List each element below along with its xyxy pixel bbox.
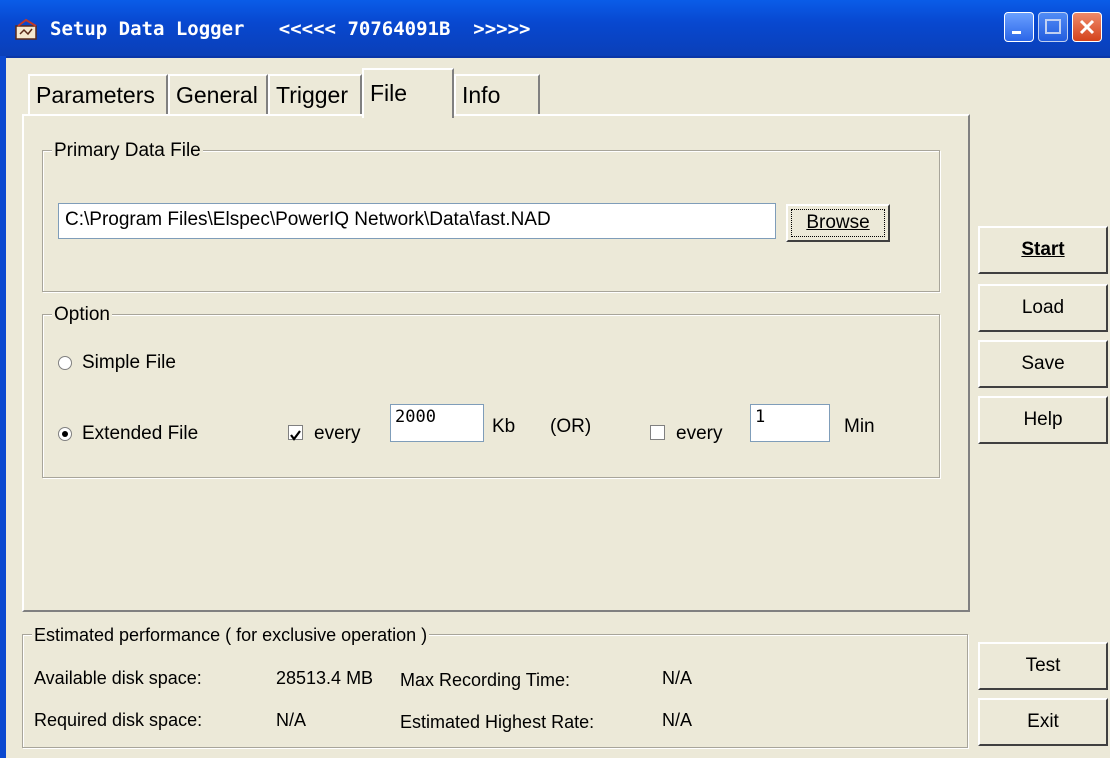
simple-file-radio[interactable]	[58, 356, 72, 370]
or-label: (OR)	[550, 416, 592, 437]
estimated-highest-rate-label: Estimated Highest Rate:	[400, 712, 595, 732]
kb-unit-label: Kb	[492, 416, 516, 437]
exit-button[interactable]: Exit	[978, 698, 1108, 746]
available-disk-space-value: 28513.4 MB	[276, 668, 374, 688]
maximize-button[interactable]	[1038, 12, 1068, 42]
tab-parameters-label: Parameters	[36, 82, 155, 108]
data-file-path-field[interactable]: C:\Program Files\Elspec\PowerIQ Network\…	[58, 203, 776, 239]
tab-general-label: General	[176, 82, 258, 108]
help-button-label: Help	[1023, 409, 1063, 430]
window-frame-left	[0, 56, 6, 758]
title-name: Setup Data Logger	[50, 18, 245, 40]
required-disk-space-label: Required disk space:	[34, 710, 203, 730]
load-button[interactable]: Load	[978, 284, 1108, 332]
max-recording-time-label: Max Recording Time:	[400, 670, 571, 690]
kb-value-field[interactable]: 2000	[390, 404, 484, 442]
min-unit-label: Min	[844, 416, 875, 437]
browse-button-label: Browse	[806, 212, 870, 233]
minimize-icon	[1012, 31, 1021, 34]
device-id: 70764091B	[347, 18, 451, 40]
save-button[interactable]: Save	[978, 340, 1108, 388]
test-button-label: Test	[1025, 655, 1061, 676]
exit-button-label: Exit	[1027, 711, 1059, 732]
minimize-button[interactable]	[1004, 12, 1034, 42]
tab-file[interactable]: File	[362, 68, 454, 118]
tab-general[interactable]: General	[168, 74, 268, 114]
tab-trigger[interactable]: Trigger	[268, 74, 362, 114]
min-value-field[interactable]: 1	[750, 404, 830, 442]
app-icon	[15, 18, 37, 40]
max-recording-time-value: N/A	[662, 668, 693, 688]
simple-file-label: Simple File	[82, 352, 176, 373]
required-disk-space-value: N/A	[276, 710, 307, 730]
extended-file-radio[interactable]	[58, 427, 72, 441]
title-bar[interactable]: Setup Data Logger <<<<< 70764091B >>>>>	[0, 0, 1110, 58]
estimated-highest-rate-value: N/A	[662, 710, 693, 730]
test-button[interactable]: Test	[978, 642, 1108, 690]
available-disk-space-label: Available disk space:	[34, 668, 202, 688]
radio-selected-dot	[62, 431, 68, 437]
tab-file-label: File	[370, 80, 408, 106]
load-button-label: Load	[1021, 297, 1065, 318]
every-kb-checkbox[interactable]	[288, 425, 303, 441]
save-button-label: Save	[1021, 353, 1065, 374]
window-title: Setup Data Logger <<<<< 70764091B >>>>>	[50, 18, 531, 40]
every-min-label: every	[676, 423, 723, 444]
estimated-performance-label: Estimated performance ( for exclusive op…	[32, 624, 430, 646]
setup-data-logger-window: Setup Data Logger <<<<< 70764091B >>>>> …	[0, 0, 1110, 758]
tab-trigger-label: Trigger	[276, 82, 348, 108]
checkmark-icon	[290, 430, 301, 441]
maximize-icon	[1045, 19, 1061, 34]
tab-parameters[interactable]: Parameters	[28, 74, 168, 114]
close-icon	[1079, 19, 1095, 35]
every-min-checkbox[interactable]	[650, 425, 665, 440]
option-label: Option	[52, 304, 112, 326]
every-kb-label: every	[314, 423, 361, 444]
start-button[interactable]: Start	[978, 226, 1108, 274]
start-button-label: Start	[1021, 239, 1065, 260]
help-button[interactable]: Help	[978, 396, 1108, 444]
title-right-arrows: >>>>>	[473, 18, 531, 40]
primary-data-file-label: Primary Data File	[52, 140, 203, 162]
tab-info-label: Info	[462, 82, 501, 108]
browse-button[interactable]: Browse	[786, 204, 890, 242]
tab-info[interactable]: Info	[454, 74, 540, 114]
extended-file-label: Extended File	[82, 423, 199, 444]
file-tab-panel: Primary Data File C:\Program Files\Elspe…	[22, 114, 970, 612]
option-group	[42, 314, 940, 478]
title-left-arrows: <<<<<	[278, 18, 336, 40]
close-button[interactable]	[1072, 12, 1102, 42]
